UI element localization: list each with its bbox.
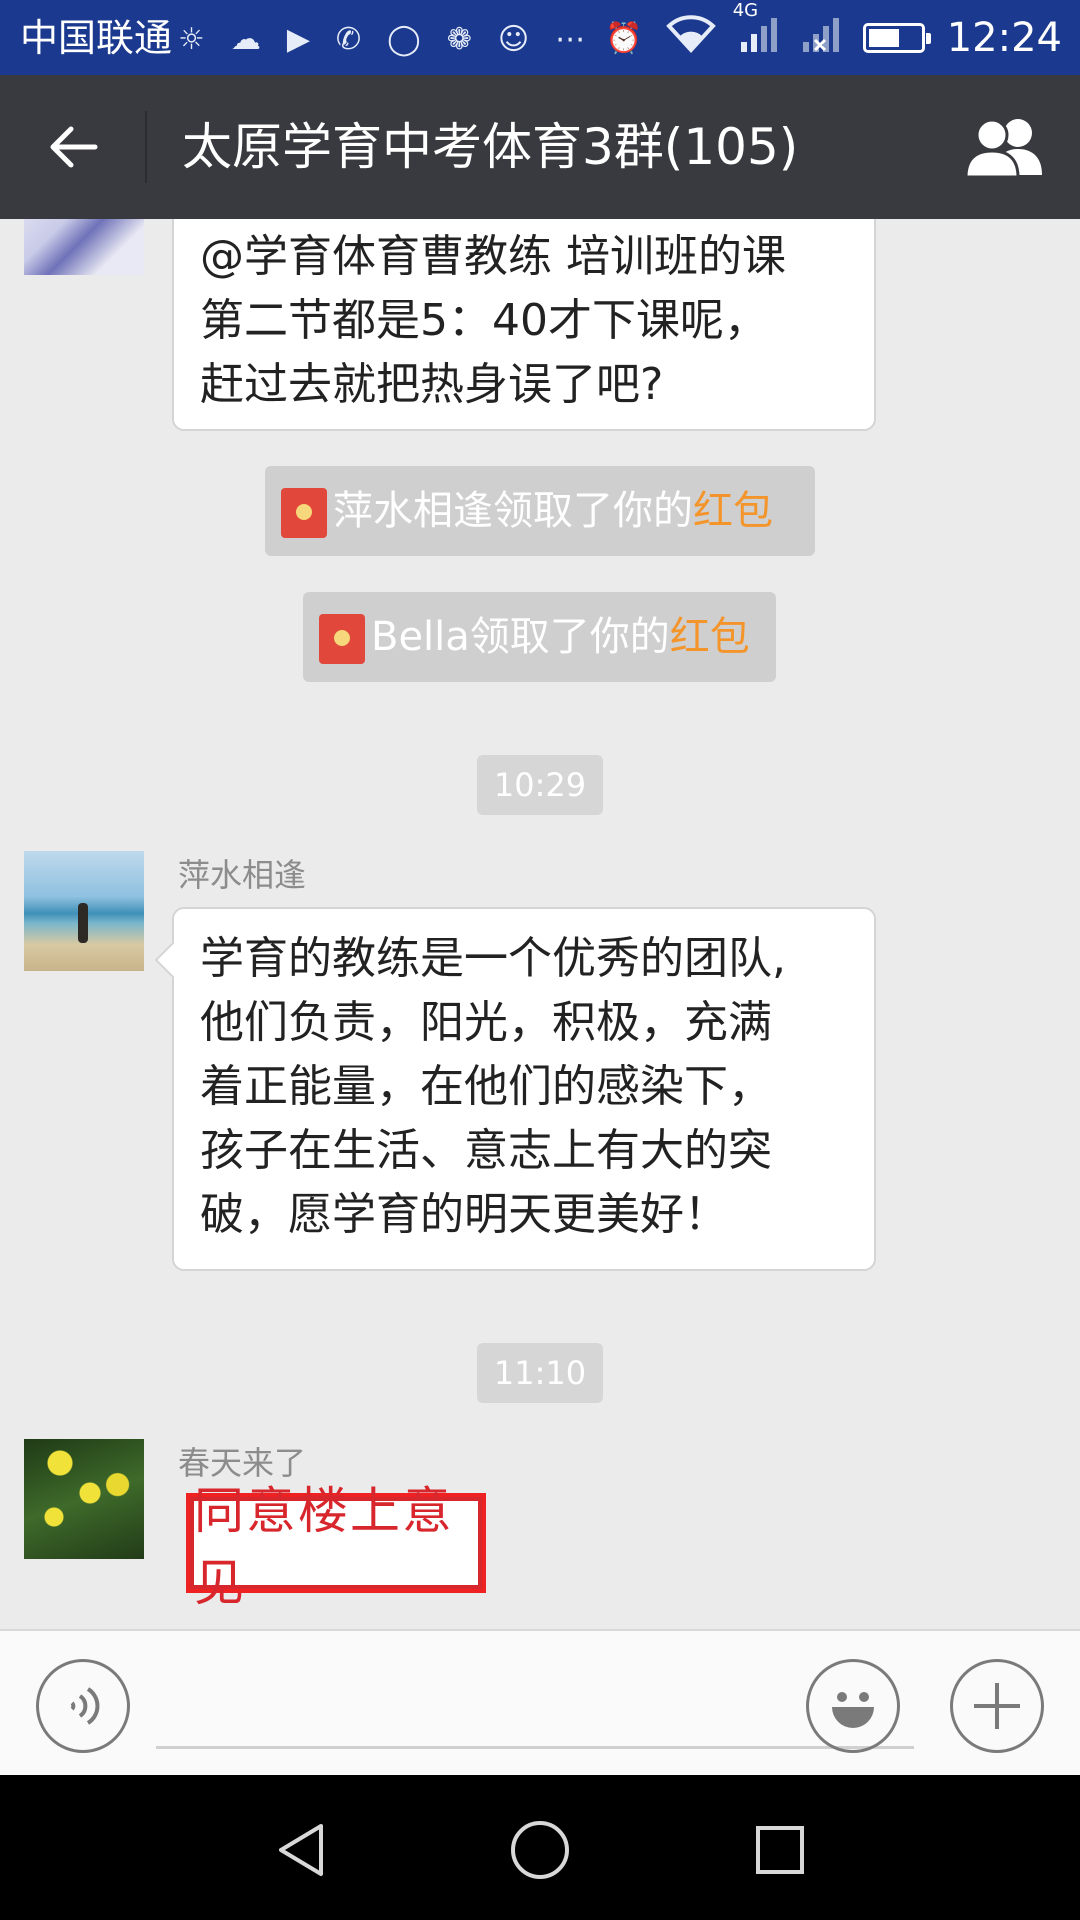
message-bubble[interactable]: @学育体育曹教练 培训班的课 第二节都是5：40才下课呢， 赶过去就把热身误了吧… bbox=[172, 219, 876, 431]
page-title: 太原学育中考体育3群(105) bbox=[182, 118, 799, 176]
plus-icon bbox=[974, 1683, 1020, 1729]
voice-icon bbox=[70, 1687, 100, 1725]
title-bar: 太原学育中考体育3群(105) bbox=[0, 75, 1080, 219]
red-packet-notice: 萍水相逢领取了你的红包 bbox=[265, 466, 815, 556]
cloud-icon: ☁ bbox=[230, 22, 261, 57]
play-icon: ▶ bbox=[286, 22, 310, 57]
battery-icon bbox=[862, 23, 931, 53]
signal-x-icon bbox=[801, 14, 841, 62]
app-icon: ❁ bbox=[446, 22, 472, 57]
input-bar bbox=[0, 1629, 1080, 1775]
nav-home-button[interactable] bbox=[505, 1815, 575, 1885]
timestamp: 10:29 bbox=[477, 755, 603, 815]
message-bubble[interactable]: 学育的教练是一个优秀的团队, 他们负责，阳光，积极，充满 着正能量，在他们的感染… bbox=[172, 907, 876, 1271]
weather-icon: ☼ bbox=[178, 22, 205, 57]
voice-button[interactable] bbox=[36, 1659, 130, 1753]
red-packet-notice: Bella领取了你的红包 bbox=[303, 592, 776, 682]
message-text: 赶过去就把热身误了吧? bbox=[200, 359, 664, 410]
title-divider bbox=[145, 111, 147, 183]
timestamp: 11:10 bbox=[477, 1343, 603, 1403]
group-members-button[interactable] bbox=[956, 107, 1052, 187]
more-actions-button[interactable] bbox=[950, 1659, 1044, 1753]
square-recents-icon bbox=[756, 1826, 804, 1874]
avatar[interactable] bbox=[24, 1439, 144, 1559]
notice-text: Bella领取了你的 bbox=[371, 614, 670, 660]
back-button[interactable] bbox=[28, 107, 118, 187]
status-bar: 中国联通 ☼ ☁ ▶ ✆ ◯ ❁ ☺ ⋯ ⏰ 4G 12:24 bbox=[0, 0, 1080, 75]
wechat-icon: ☺ bbox=[497, 22, 530, 57]
avatar[interactable] bbox=[24, 219, 144, 275]
notification-icons: ☼ ☁ ▶ ✆ ◯ ❁ ☺ ⋯ bbox=[178, 18, 585, 62]
network-type: 4G bbox=[732, 0, 759, 21]
message-text: 孩子在生活、意志上有大的突 bbox=[200, 1125, 772, 1176]
signal-icon: 4G bbox=[733, 0, 779, 62]
message-text: 他们负责，阳光，积极，充满 bbox=[200, 997, 772, 1048]
message-text: 学育的教练是一个优秀的团队, bbox=[200, 933, 786, 984]
carrier-name: 中国联通 bbox=[20, 16, 173, 60]
message-text: 破，愿学育的明天更美好！ bbox=[200, 1189, 728, 1240]
nav-back-button[interactable] bbox=[266, 1815, 336, 1885]
message-text: 第二节都是5：40才下课呢， bbox=[200, 295, 768, 346]
chat-bubble-icon: ◯ bbox=[387, 22, 421, 57]
missed-call-icon: ✆ bbox=[335, 22, 362, 57]
more-icon: ⋯ bbox=[555, 22, 586, 57]
red-packet-icon bbox=[319, 614, 365, 664]
emoji-button[interactable] bbox=[806, 1659, 900, 1753]
red-packet-icon bbox=[281, 488, 327, 538]
status-right: ⏰ 4G 12:24 bbox=[605, 0, 1062, 62]
triangle-back-icon bbox=[279, 1824, 323, 1876]
back-arrow-icon bbox=[50, 126, 98, 168]
message-list[interactable]: @学育体育曹教练 培训班的课 第二节都是5：40才下课呢， 赶过去就把热身误了吧… bbox=[0, 219, 1080, 1629]
red-packet-link[interactable]: 红包 bbox=[693, 488, 773, 534]
group-members-icon bbox=[964, 118, 1042, 179]
sender-name: 萍水相逢 bbox=[178, 856, 307, 894]
wifi-icon bbox=[665, 14, 717, 62]
red-packet-link[interactable]: 红包 bbox=[670, 614, 750, 660]
message-text: 着正能量，在他们的感染下， bbox=[200, 1061, 772, 1112]
avatar[interactable] bbox=[24, 851, 144, 971]
circle-home-icon bbox=[511, 1821, 569, 1879]
sticker-image[interactable]: 同意楼上意见 bbox=[186, 1482, 486, 1612]
navigation-bar bbox=[0, 1775, 1080, 1920]
sticker-text: 同意楼上意见 bbox=[194, 1482, 478, 1612]
battery-fill bbox=[868, 29, 899, 47]
nav-recents-button[interactable] bbox=[745, 1815, 815, 1885]
avatar-figure bbox=[78, 903, 88, 943]
notice-text: 萍水相逢领取了你的 bbox=[333, 488, 693, 534]
emoji-icon bbox=[832, 1692, 874, 1728]
clock: 12:24 bbox=[946, 15, 1062, 61]
message-input[interactable] bbox=[156, 1661, 914, 1749]
alarm-icon: ⏰ bbox=[605, 20, 643, 56]
message-text: @学育体育曹教练 培训班的课 bbox=[200, 231, 786, 282]
